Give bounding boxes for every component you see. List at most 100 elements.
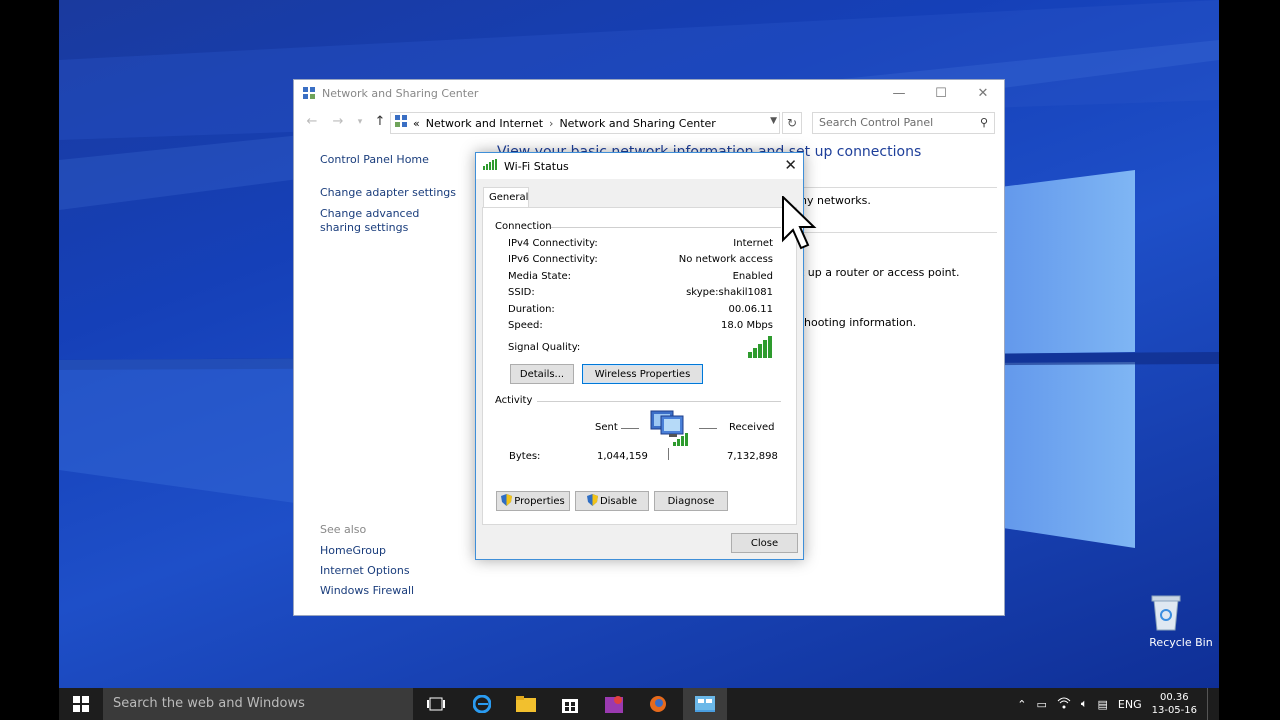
recent-chevron-icon[interactable]: ▾ xyxy=(352,114,368,130)
dialog-close-icon[interactable]: ✕ xyxy=(784,156,797,174)
ssid-label: SSID: xyxy=(508,287,535,298)
bytes-label: Bytes: xyxy=(509,451,541,462)
see-also-label: See also xyxy=(320,523,367,536)
clock-date: 13-05-16 xyxy=(1151,705,1197,716)
details-button[interactable]: Details... xyxy=(510,364,574,384)
firefox-icon[interactable] xyxy=(636,688,680,720)
bytes-received-value: 7,132,898 xyxy=(727,451,778,462)
control-panel-home-link[interactable]: Control Panel Home xyxy=(320,153,480,167)
bytes-sent-value: 1,044,159 xyxy=(597,451,648,462)
breadcrumb-separator[interactable]: › xyxy=(549,117,553,130)
change-adapter-link[interactable]: Change adapter settings xyxy=(320,186,480,200)
disable-button[interactable]: Disable xyxy=(575,491,649,511)
task-view-icon[interactable] xyxy=(414,688,458,720)
dialog-titlebar[interactable]: Wi-Fi Status xyxy=(476,153,803,179)
minimize-button[interactable]: — xyxy=(878,80,920,106)
search-input[interactable]: Search Control Panel ⚲ xyxy=(812,112,995,134)
diagnose-button[interactable]: Diagnose xyxy=(654,491,728,511)
breadcrumb-sharing-center[interactable]: Network and Sharing Center xyxy=(559,117,715,130)
duration-value: 00.06.11 xyxy=(728,304,773,315)
activity-divider xyxy=(668,448,669,460)
network-center-icon xyxy=(302,86,316,100)
up-arrow-icon[interactable]: ↑ xyxy=(372,114,388,130)
maximize-button[interactable]: ☐ xyxy=(920,80,962,106)
group-divider xyxy=(537,401,781,402)
ipv6-row: IPv6 Connectivity: No network access xyxy=(508,254,773,265)
forward-arrow-icon[interactable]: → xyxy=(330,114,346,130)
windows-firewall-link[interactable]: Windows Firewall xyxy=(320,584,414,597)
wireless-properties-button[interactable]: Wireless Properties xyxy=(582,364,703,384)
shield-icon xyxy=(501,493,513,509)
disable-label: Disable xyxy=(599,495,638,507)
window-title: Network and Sharing Center xyxy=(322,86,479,100)
search-icon[interactable]: ⚲ xyxy=(980,113,988,133)
signal-bar xyxy=(763,340,767,358)
back-arrow-icon[interactable]: ← xyxy=(304,114,320,130)
network-computer-icon xyxy=(649,408,695,451)
language-indicator[interactable]: ENG xyxy=(1118,698,1142,711)
taskbar: Search the web and Windows ⌃ ▭ 🔈︎ ▤ ENG … xyxy=(59,688,1219,720)
wifi-icon[interactable] xyxy=(1057,697,1071,712)
edge-icon[interactable] xyxy=(460,688,504,720)
homegroup-link[interactable]: HomeGroup xyxy=(320,544,414,557)
start-button[interactable] xyxy=(59,688,103,720)
received-label: Received xyxy=(729,422,775,433)
speed-row: Speed: 18.0 Mbps xyxy=(508,320,773,331)
duration-label: Duration: xyxy=(508,304,555,315)
control-panel-taskbar-icon[interactable] xyxy=(683,688,727,720)
speed-label: Speed: xyxy=(508,320,543,331)
properties-button[interactable]: Properties xyxy=(496,491,570,511)
signal-bar xyxy=(758,344,762,358)
content-text-3: hooting information. xyxy=(804,316,917,329)
ipv4-label: IPv4 Connectivity: xyxy=(508,238,598,249)
breadcrumb-network-internet[interactable]: Network and Internet xyxy=(426,117,543,130)
content-text-2: t up a router or access point. xyxy=(800,266,960,279)
clock-time: 00.36 xyxy=(1159,692,1189,703)
control-panel-icon xyxy=(395,115,408,131)
sent-label: Sent xyxy=(595,422,618,433)
change-advanced-sharing-link[interactable]: Change advanced sharing settings xyxy=(320,207,460,235)
address-dropdown-icon[interactable]: ▼ xyxy=(770,116,777,126)
store-icon[interactable] xyxy=(548,688,592,720)
address-row: ← → ▾ ↑ « Network and Internet › Network… xyxy=(294,112,1004,134)
chevron-up-icon[interactable]: ⌃ xyxy=(1017,698,1026,711)
clock[interactable]: 00.36 13-05-16 xyxy=(1152,691,1197,717)
ipv6-value: No network access xyxy=(678,254,773,265)
media-app-icon[interactable] xyxy=(592,688,636,720)
sent-line xyxy=(621,428,639,429)
show-desktop-button[interactable] xyxy=(1207,688,1211,720)
taskbar-search-input[interactable]: Search the web and Windows xyxy=(103,688,413,720)
tab-general[interactable]: General xyxy=(483,187,529,208)
group-divider xyxy=(551,227,781,228)
see-also: See also HomeGroup Internet Options Wind… xyxy=(320,523,414,604)
left-nav: Control Panel Home Change adapter settin… xyxy=(320,153,480,242)
dialog-close-button[interactable]: Close xyxy=(731,533,798,553)
refresh-icon[interactable]: ↻ xyxy=(782,112,802,134)
mouse-cursor xyxy=(782,194,818,255)
ipv4-row: IPv4 Connectivity: Internet xyxy=(508,238,773,249)
wifi-status-dialog: Wi-Fi Status ✕ General Connection IPv4 C… xyxy=(475,152,804,560)
recycle-bin-icon xyxy=(1151,592,1198,632)
speed-value: 18.0 Mbps xyxy=(721,320,773,331)
ssid-value: skype:shakil1081 xyxy=(686,287,773,298)
windows-logo-icon xyxy=(73,696,89,712)
window-controls: — ☐ ✕ xyxy=(878,80,1004,106)
wifi-signal-icon xyxy=(483,159,498,173)
file-explorer-icon[interactable] xyxy=(504,688,548,720)
system-tray: ⌃ ▭ 🔈︎ ▤ ENG 00.36 13-05-16 xyxy=(1007,688,1211,720)
ssid-row: SSID: skype:shakil1081 xyxy=(508,287,773,298)
action-center-icon[interactable]: ▤ xyxy=(1098,698,1108,711)
breadcrumb-overflow[interactable]: « xyxy=(413,117,420,130)
duration-row: Duration: 00.06.11 xyxy=(508,304,773,315)
address-bar[interactable]: « Network and Internet › Network and Sha… xyxy=(390,112,780,134)
close-button[interactable]: ✕ xyxy=(962,80,1004,106)
recycle-bin[interactable]: Recycle Bin xyxy=(1149,592,1213,649)
internet-options-link[interactable]: Internet Options xyxy=(320,564,414,577)
recycle-bin-label: Recycle Bin xyxy=(1149,636,1213,649)
signal-quality-row: Signal Quality: xyxy=(508,342,773,353)
dialog-title: Wi-Fi Status xyxy=(504,159,569,173)
received-line xyxy=(699,428,717,429)
device-icon[interactable]: ▭ xyxy=(1036,698,1046,711)
volume-icon[interactable]: 🔈︎ xyxy=(1081,697,1088,711)
activity-group-label: Activity xyxy=(495,395,533,406)
